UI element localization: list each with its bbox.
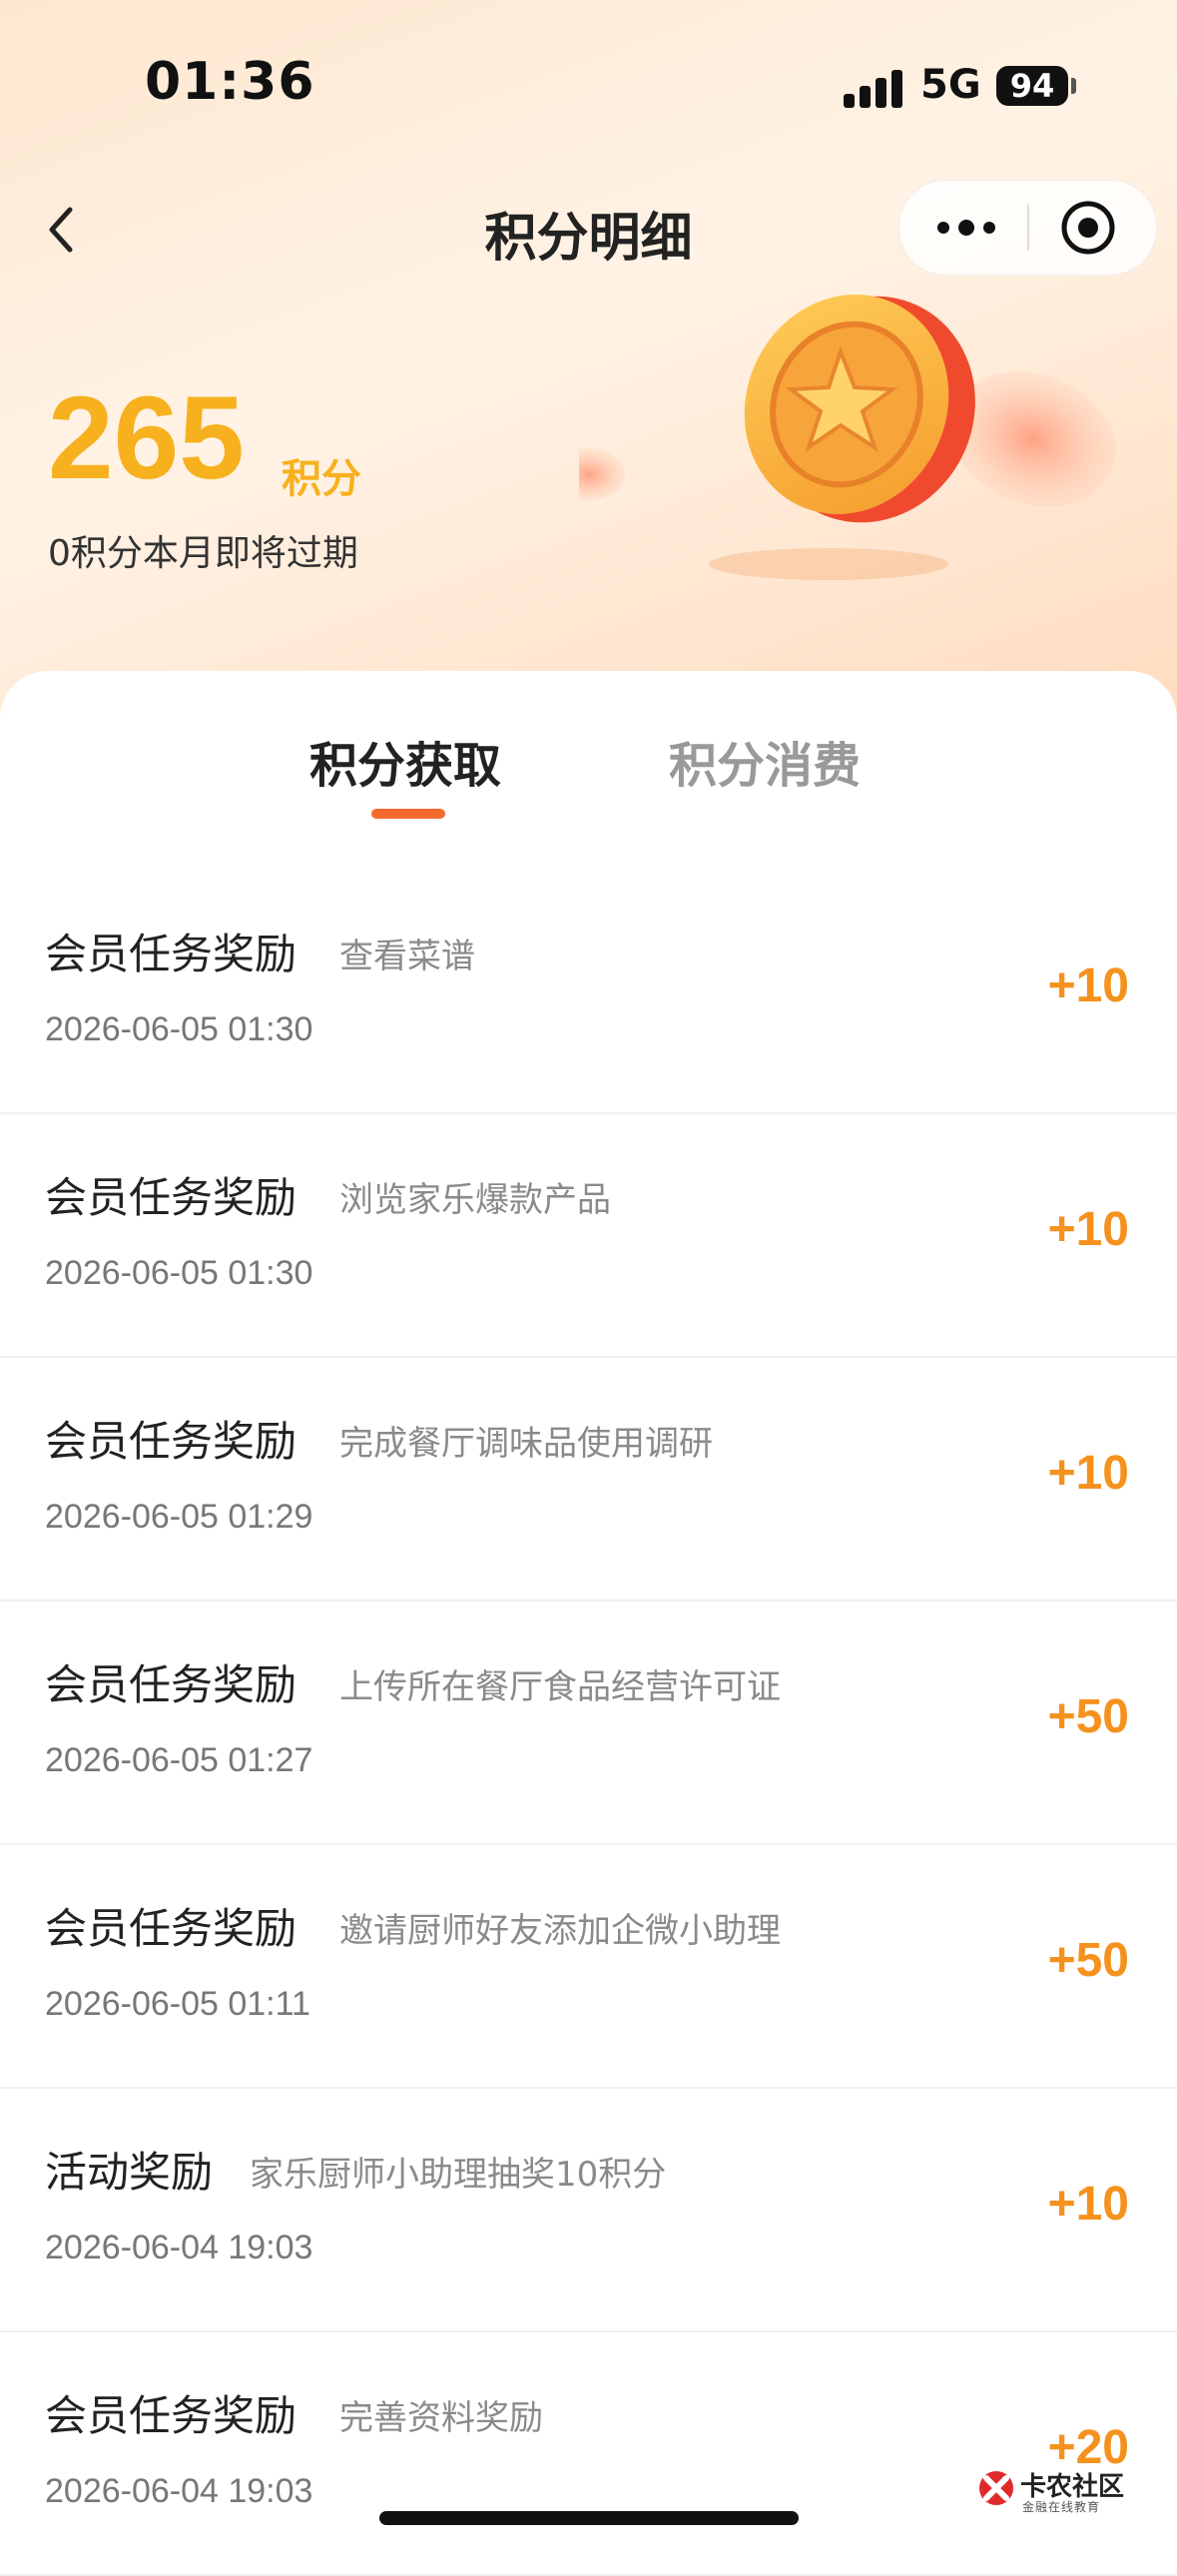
close-miniprogram-button[interactable] — [1059, 199, 1117, 257]
list-item[interactable]: 会员任务奖励 查看菜谱 2026-06-05 01:30 +10 — [0, 871, 1177, 1114]
list-item[interactable]: 活动奖励 家乐厨师小助理抽奖10积分 2026-06-04 19:03 +10 — [0, 2089, 1177, 2332]
record-amount: +50 — [1047, 1934, 1129, 1987]
record-date: 2026-06-05 01:11 — [45, 1985, 310, 2023]
record-desc: 完善资料奖励 — [339, 2398, 543, 2438]
record-desc: 完成餐厅调味品使用调研 — [339, 1424, 713, 1464]
record-desc: 家乐厨师小助理抽奖10积分 — [250, 2155, 667, 2195]
status-bar: 01:36 5G 94 — [0, 0, 1177, 170]
record-title: 会员任务奖励 — [45, 1173, 297, 1222]
record-desc: 邀请厨师好友添加企微小助理 — [339, 1911, 781, 1951]
record-date: 2026-06-04 19:03 — [45, 2472, 313, 2510]
more-dots-icon — [937, 220, 995, 236]
record-date: 2026-06-05 01:27 — [45, 1741, 313, 1779]
expire-note: 0积分本月即将过期 — [48, 533, 358, 574]
record-desc: 查看菜谱 — [339, 937, 475, 976]
coin-illustration — [579, 295, 1116, 580]
record-title: 会员任务奖励 — [45, 1904, 297, 1953]
record-title: 活动奖励 — [45, 2148, 214, 2197]
signal-icon — [844, 70, 905, 108]
list-item[interactable]: 会员任务奖励 浏览家乐爆款产品 2026-06-05 01:30 +10 — [0, 1114, 1177, 1358]
watermark-logo-icon — [979, 2471, 1013, 2505]
target-icon — [1061, 201, 1115, 255]
record-desc: 浏览家乐爆款产品 — [339, 1180, 611, 1220]
battery-icon: 94 — [996, 66, 1068, 106]
list-item[interactable]: 会员任务奖励 完成餐厅调味品使用调研 2026-06-05 01:29 +10 — [0, 1358, 1177, 1602]
watermark-subtitle: 金融在线教育 — [1022, 2500, 1101, 2514]
capsule-divider — [1027, 205, 1029, 251]
record-amount: +50 — [1047, 1690, 1129, 1743]
more-button[interactable] — [931, 203, 1001, 253]
record-title: 会员任务奖励 — [45, 1417, 297, 1466]
home-indicator — [379, 2511, 799, 2525]
list-item[interactable]: 会员任务奖励 上传所在餐厅食品经营许可证 2026-06-05 01:27 +5… — [0, 1602, 1177, 1845]
tab-indicator — [371, 809, 445, 819]
records-list: 会员任务奖励 查看菜谱 2026-06-05 01:30 +10 会员任务奖励 … — [0, 871, 1177, 2576]
record-date: 2026-06-05 01:29 — [45, 1498, 313, 1536]
record-amount: +10 — [1047, 2178, 1129, 2231]
network-type: 5G — [920, 62, 981, 108]
record-title: 会员任务奖励 — [45, 930, 297, 978]
list-item[interactable]: 会员任务奖励 邀请厨师好友添加企微小助理 2026-06-05 01:11 +5… — [0, 1845, 1177, 2089]
record-date: 2026-06-05 01:30 — [45, 1010, 313, 1048]
points-balance: 265 — [48, 372, 245, 504]
record-title: 会员任务奖励 — [45, 2391, 297, 2440]
record-title: 会员任务奖励 — [45, 1660, 297, 1709]
tab-spent[interactable]: 积分消费 — [669, 726, 861, 796]
points-unit: 积分 — [282, 456, 361, 502]
tab-bar: 积分获取 积分消费 — [0, 671, 1177, 851]
record-amount: +10 — [1047, 960, 1129, 1012]
status-time: 01:36 — [145, 52, 315, 112]
miniprogram-capsule — [898, 180, 1157, 276]
tab-earned[interactable]: 积分获取 — [309, 726, 501, 796]
record-date: 2026-06-04 19:03 — [45, 2229, 313, 2266]
record-desc: 上传所在餐厅食品经营许可证 — [339, 1667, 781, 1707]
list-item[interactable]: 会员任务奖励 完善资料奖励 2026-06-04 19:03 +20 — [0, 2332, 1177, 2576]
watermark: 卡农社区 金融在线教育 — [976, 2464, 1136, 2514]
record-date: 2026-06-05 01:30 — [45, 1254, 313, 1292]
records-panel: 积分获取 积分消费 会员任务奖励 查看菜谱 2026-06-05 01:30 +… — [0, 671, 1177, 2576]
record-amount: +10 — [1047, 1447, 1129, 1500]
record-amount: +10 — [1047, 1203, 1129, 1256]
battery-tip — [1071, 78, 1076, 94]
